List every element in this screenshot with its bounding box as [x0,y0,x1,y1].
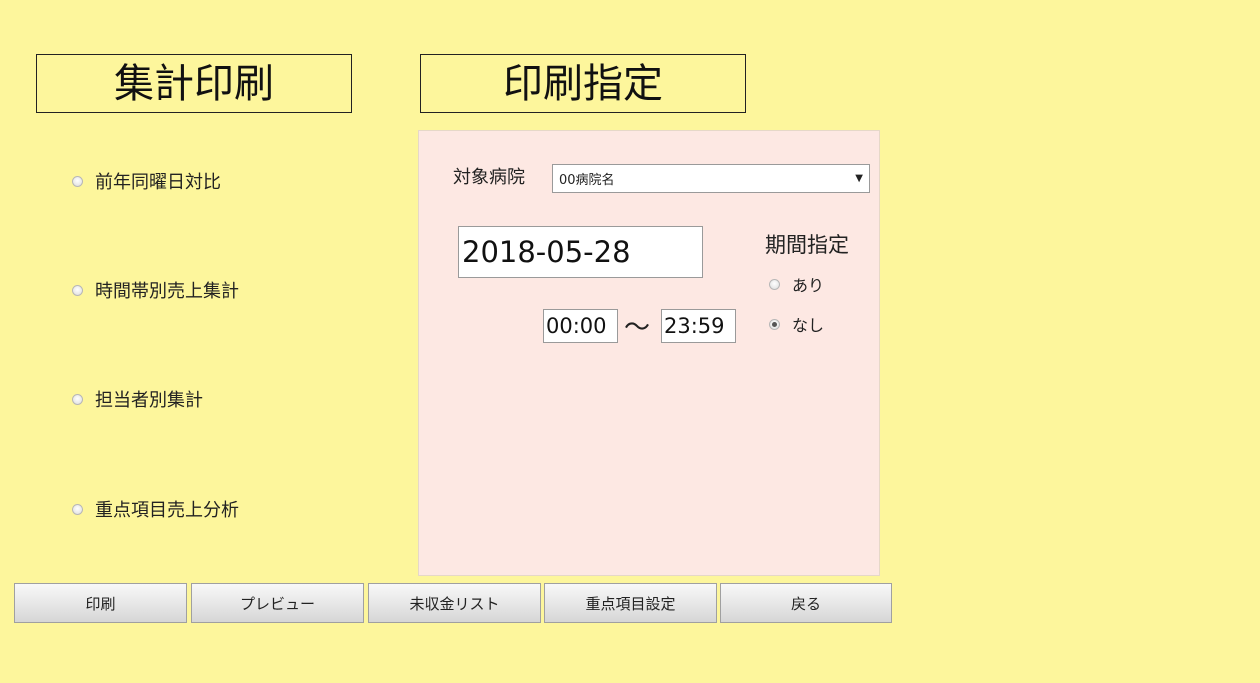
period-option-label: あり [792,276,825,295]
print-settings-panel: 対象病院 00病院名 ▼ 2018-05-28 期間指定 あり なし 00:00… [418,130,880,576]
report-option-hourly-sales[interactable]: 時間帯別売上集計 [72,277,239,303]
report-option-staff-summary[interactable]: 担当者別集計 [72,386,203,412]
report-option-label: 重点項目売上分析 [95,500,239,521]
back-button[interactable]: 戻る [720,583,892,623]
preview-button[interactable]: プレビュー [191,583,364,623]
period-label: 期間指定 [765,233,849,257]
period-option-yes[interactable]: あり [769,272,824,296]
radio-button[interactable] [72,175,83,187]
print-settings-title: 印刷指定 [420,54,746,113]
time-range-separator: 〜 [624,313,651,343]
period-option-no[interactable]: なし [769,312,824,336]
hospital-label: 対象病院 [453,167,525,188]
unpaid-list-button[interactable]: 未収金リスト [368,583,541,623]
report-option-yoy-weekday[interactable]: 前年同曜日対比 [72,168,221,194]
report-option-priority-analysis[interactable]: 重点項目売上分析 [72,496,239,522]
radio-button[interactable] [769,278,780,290]
hospital-select[interactable]: 00病院名 ▼ [552,164,870,193]
radio-button[interactable] [72,393,83,405]
report-option-label: 時間帯別売上集計 [95,281,239,302]
report-option-label: 担当者別集計 [95,390,203,411]
dropdown-arrow-icon: ▼ [855,173,863,184]
radio-button[interactable] [72,503,83,515]
report-option-label: 前年同曜日対比 [95,172,221,193]
print-button[interactable]: 印刷 [14,583,187,623]
radio-button-checked[interactable] [769,318,780,330]
summary-print-title: 集計印刷 [36,54,352,113]
date-input[interactable]: 2018-05-28 [458,226,703,278]
end-time-input[interactable]: 23:59 [661,309,736,343]
period-option-label: なし [792,316,825,335]
priority-settings-button[interactable]: 重点項目設定 [544,583,717,623]
start-time-input[interactable]: 00:00 [543,309,618,343]
radio-button[interactable] [72,284,83,296]
hospital-selected-value: 00病院名 [559,173,615,188]
